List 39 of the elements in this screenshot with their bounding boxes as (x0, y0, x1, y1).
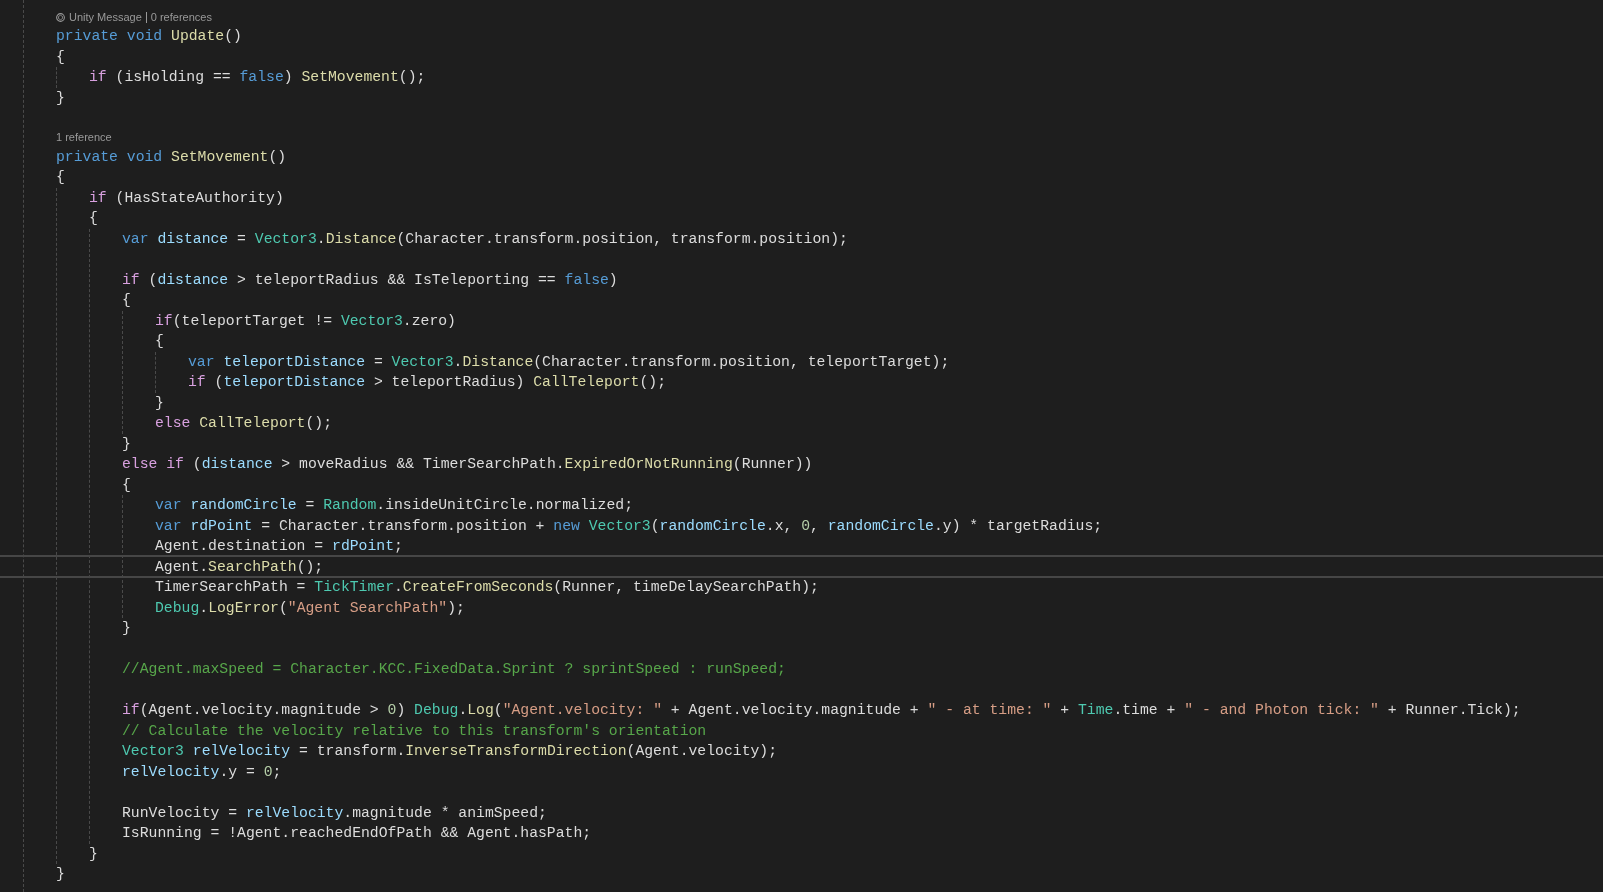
codelens-references-link[interactable]: 1 reference (56, 129, 112, 146)
code-line: Debug.LogError("Agent SearchPath"); (155, 598, 465, 618)
code-line: //Agent.maxSpeed = Character.KCC.FixedData.Sprint ? sprintSpeed : runSpeed; (122, 660, 786, 679)
code-line: { (56, 168, 65, 187)
code-line: private void Update() (56, 27, 242, 46)
code-line: TimerSearchPath = TickTimer.CreateFromSeconds(Runner, timeDelaySearchPath); (155, 578, 819, 597)
code-line: if (isHolding == false) SetMovement(); (89, 68, 426, 87)
code-line: RunVelocity = relVelocity.magnitude * animSpeed; (122, 803, 547, 823)
code-line: var teleportDistance = Vector3.Distance(Character.transform.position, teleportTarget); (188, 352, 950, 372)
code-line: else CallTeleport(); (155, 414, 333, 433)
code-line: { (122, 475, 131, 495)
codelens-message[interactable]: Unity Message (69, 8, 142, 26)
code-line: { (56, 47, 65, 67)
code-line: else if (distance > moveRadius && TimerSearchPath.ExpiredOrNotRunning(Runner)) (122, 455, 813, 474)
code-line: Vector3 relVelocity = transform.InverseTransformDirection(Agent.velocity); (122, 742, 778, 761)
code-line: { (89, 209, 98, 228)
code-line: private void SetMovement() (56, 147, 287, 167)
code-line: // Calculate the velocity relative to this transform's orientation (122, 721, 707, 741)
code-line: } (122, 619, 131, 638)
code-line: var rdPoint = Character.transform.position + new Vector3(randomCircle.x, 0, randomCircle.y) * targetRadius; (155, 516, 1103, 536)
code-line: if(Agent.velocity.magnitude > 0) Debug.Log("Agent.velocity: " + Agent.velocity.magnitude + " - at time: " + Time.time + " - and Photon tick: " + Runner.Tick); (122, 701, 1521, 720)
code-line: } (122, 434, 131, 454)
code-line: } (56, 88, 65, 108)
codelens-references-link[interactable]: 0 references (150, 8, 212, 26)
code-line: if (distance > teleportRadius && IsTeleporting == false) (122, 270, 618, 290)
code-line: Agent.SearchPath(); (155, 557, 324, 577)
code-line: if (teleportDistance > teleportRadius) CallTeleport(); (188, 373, 666, 392)
code-line: var distance = Vector3.Distance(Character.transform.position, transform.position); (122, 229, 848, 249)
code-line: IsRunning = !Agent.reachedEndOfPath && Agent.hasPath; (122, 824, 592, 843)
code-line: { (155, 332, 164, 351)
code-line: var randomCircle = Random.insideUnitCircle.normalized; (155, 496, 633, 515)
code-line: relVelocity.y = 0; (122, 762, 282, 782)
code-line: } (89, 844, 98, 864)
code-line: if(teleportTarget != Vector3.zero) (155, 311, 456, 331)
code-line: Agent.destination = rdPoint; (155, 537, 403, 556)
code-line: } (56, 865, 65, 884)
code-line: { (122, 291, 131, 310)
code-line: if (HasStateAuthority) (89, 188, 284, 208)
code-line: } (155, 393, 164, 413)
